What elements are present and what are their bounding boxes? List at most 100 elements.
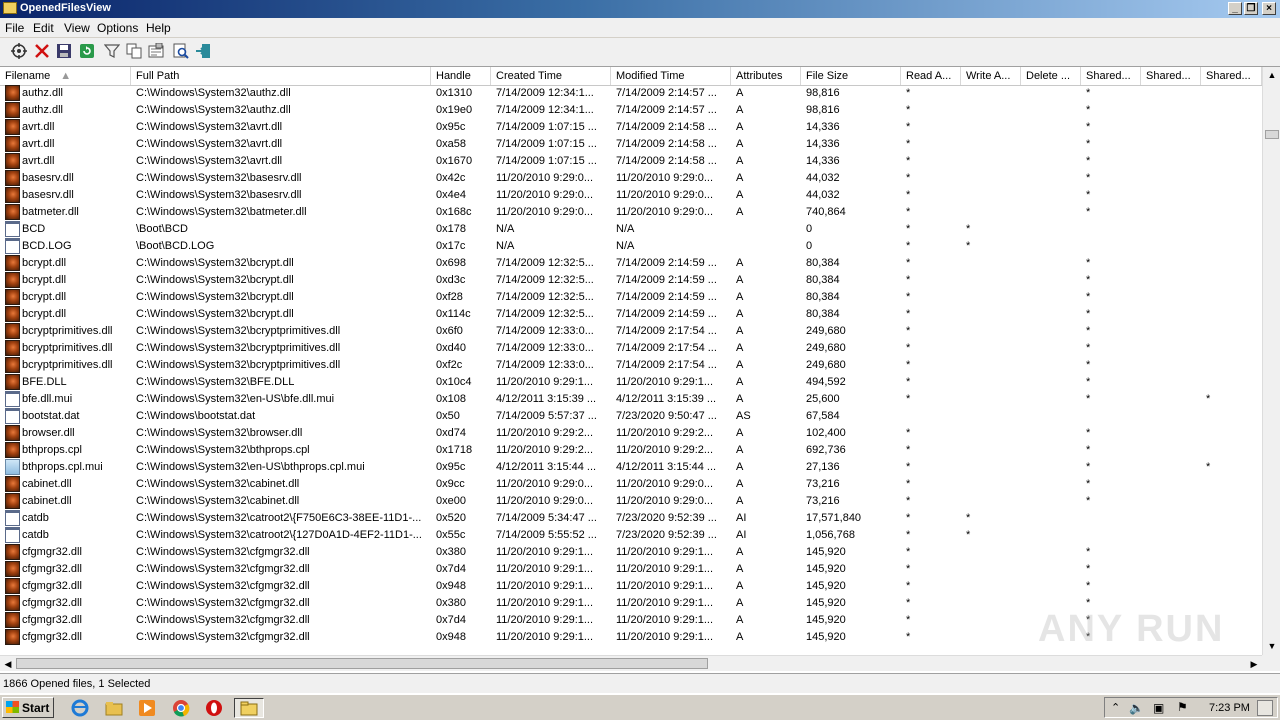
properties-icon[interactable] [10, 42, 28, 60]
cell-size: 494,592 [806, 376, 846, 388]
column-shared-delete[interactable]: Shared... [1201, 67, 1262, 85]
dll-file-icon [5, 187, 20, 203]
cell-path: C:\Windows\System32\bcrypt.dll [136, 308, 294, 320]
table-row[interactable]: bcrypt.dll C:\Windows\System32\bcrypt.dll… [0, 272, 1262, 289]
cell-handle: 0x948 [436, 580, 466, 592]
cell-attr: A [736, 631, 744, 643]
options-icon[interactable] [147, 42, 165, 60]
table-row[interactable]: cabinet.dll C:\Windows\System32\cabinet.d… [0, 493, 1262, 510]
menu-file[interactable]: File [5, 21, 24, 35]
scroll-right-icon[interactable]: ▶ [1246, 656, 1262, 672]
scroll-left-icon[interactable]: ◀ [0, 656, 16, 672]
column-handle[interactable]: Handle [431, 67, 491, 85]
vertical-scroll-thumb[interactable] [1265, 130, 1279, 139]
table-row[interactable]: avrt.dll C:\Windows\System32\avrt.dll 0x95… [0, 119, 1262, 136]
cell-read: * [906, 529, 911, 541]
media-player-icon[interactable] [136, 698, 158, 718]
table-row[interactable]: BCD \Boot\BCD 0x178 N/A N/A 0 * * [0, 221, 1262, 238]
scroll-down-icon[interactable]: ▼ [1264, 638, 1280, 655]
table-row[interactable]: bthprops.cpl C:\Windows\System32\bthprops… [0, 442, 1262, 459]
network-icon[interactable]: ▣ [1153, 701, 1164, 715]
horizontal-scrollbar[interactable]: ◀ ▶ [0, 655, 1262, 671]
save-icon[interactable] [55, 42, 73, 60]
column-shared-read[interactable]: Shared... [1081, 67, 1141, 85]
table-row[interactable]: cabinet.dll C:\Windows\System32\cabinet.d… [0, 476, 1262, 493]
column-modified-time[interactable]: Modified Time [611, 67, 731, 85]
table-row[interactable]: cfgmgr32.dll C:\Windows\System32\cfgmgr32… [0, 578, 1262, 595]
find-icon[interactable] [172, 42, 190, 60]
table-row[interactable]: browser.dll C:\Windows\System32\browser.d… [0, 425, 1262, 442]
close-handle-icon[interactable] [33, 42, 51, 60]
scroll-up-icon[interactable]: ▲ [1264, 67, 1280, 84]
cell-attr: A [736, 172, 744, 184]
clock[interactable]: 7:23 PM [1209, 702, 1250, 714]
table-row[interactable]: catdb C:\Windows\System32\catroot2\{F750E… [0, 510, 1262, 527]
close-button[interactable]: × [1262, 2, 1276, 15]
copy-icon[interactable] [125, 42, 143, 60]
table-row[interactable]: batmeter.dll C:\Windows\System32\batmeter… [0, 204, 1262, 221]
chrome-icon[interactable] [170, 698, 192, 718]
column-file-size[interactable]: File Size [801, 67, 901, 85]
cell-created: 11/20/2010 9:29:1... [496, 631, 594, 643]
column-created-time[interactable]: Created Time [491, 67, 611, 85]
column-filename[interactable]: Filename ▲ [0, 67, 131, 85]
cell-attr: A [736, 104, 744, 116]
table-row[interactable]: avrt.dll C:\Windows\System32\avrt.dll 0x16… [0, 153, 1262, 170]
vertical-scrollbar[interactable]: ▲ ▼ [1262, 67, 1280, 655]
column-shared-write[interactable]: Shared... [1141, 67, 1201, 85]
table-row[interactable]: bthprops.cpl.mui C:\Windows\System32\en-U… [0, 459, 1262, 476]
cell-s1: * [1086, 121, 1091, 133]
table-row[interactable]: basesrv.dll C:\Windows\System32\basesrv.d… [0, 170, 1262, 187]
column-delete-access[interactable]: Delete ... [1021, 67, 1081, 85]
column-full-path[interactable]: Full Path [131, 67, 431, 85]
file-icon [5, 527, 20, 543]
table-row[interactable]: catdb C:\Windows\System32\catroot2\{127D0… [0, 527, 1262, 544]
table-row[interactable]: bcryptprimitives.dll C:\Windows\System32\… [0, 323, 1262, 340]
table-row[interactable]: authz.dll C:\Windows\System32\authz.dll 0x… [0, 85, 1262, 102]
cell-read: * [906, 614, 911, 626]
start-button[interactable]: Start [2, 697, 54, 718]
column-read-access[interactable]: Read A... [901, 67, 961, 85]
column-attributes[interactable]: Attributes [731, 67, 801, 85]
table-row[interactable]: avrt.dll C:\Windows\System32\avrt.dll 0xa5… [0, 136, 1262, 153]
ie-icon[interactable] [69, 698, 91, 718]
table-row[interactable]: bootstat.dat C:\Windows\bootstat.dat 0x50 7… [0, 408, 1262, 425]
table-row[interactable]: bcrypt.dll C:\Windows\System32\bcrypt.dll… [0, 306, 1262, 323]
column-write-access[interactable]: Write A... [961, 67, 1021, 85]
table-row[interactable]: BFE.DLL C:\Windows\System32\BFE.DLL 0x10c4… [0, 374, 1262, 391]
action-center-flag-icon[interactable]: ⚑ [1177, 700, 1188, 714]
menu-edit[interactable]: Edit [33, 21, 54, 35]
table-row[interactable]: bcrypt.dll C:\Windows\System32\bcrypt.dll… [0, 289, 1262, 306]
table-row[interactable]: bfe.dll.mui C:\Windows\System32\en-US\bfe… [0, 391, 1262, 408]
table-row[interactable]: cfgmgr32.dll C:\Windows\System32\cfgmgr32… [0, 544, 1262, 561]
cell-filename: BCD [22, 223, 46, 235]
menu-options[interactable]: Options [97, 21, 138, 35]
table-row[interactable]: bcryptprimitives.dll C:\Windows\System32\… [0, 357, 1262, 374]
cell-s1: * [1086, 104, 1091, 116]
filter-icon[interactable] [103, 42, 121, 60]
opera-icon[interactable] [203, 698, 225, 718]
table-row[interactable]: bcryptprimitives.dll C:\Windows\System32\… [0, 340, 1262, 357]
table-row[interactable]: authz.dll C:\Windows\System32\authz.dll 0x… [0, 102, 1262, 119]
openedfilesview-taskbar-button[interactable] [234, 698, 264, 718]
cell-s1: * [1086, 342, 1091, 354]
volume-icon[interactable]: 🔈 [1129, 701, 1144, 715]
table-row[interactable]: cfgmgr32.dll C:\Windows\System32\cfgmgr32… [0, 561, 1262, 578]
table-row[interactable]: BCD.LOG \Boot\BCD.LOG 0x17c N/A N/A 0 * * [0, 238, 1262, 255]
menu-view[interactable]: View [64, 21, 90, 35]
explorer-icon[interactable] [103, 698, 125, 718]
show-desktop-button[interactable] [1257, 700, 1273, 716]
table-row[interactable]: basesrv.dll C:\Windows\System32\basesrv.d… [0, 187, 1262, 204]
cell-size: 145,920 [806, 597, 846, 609]
tray-expand-icon[interactable]: ⌃ [1111, 701, 1120, 714]
horizontal-scroll-thumb[interactable] [16, 658, 708, 669]
minimize-button[interactable]: _ [1228, 2, 1242, 15]
refresh-icon[interactable] [78, 42, 96, 60]
cell-attr: A [736, 495, 744, 507]
cell-handle: 0x380 [436, 546, 466, 558]
table-row[interactable]: bcrypt.dll C:\Windows\System32\bcrypt.dll… [0, 255, 1262, 272]
cell-filename: bcrypt.dll [22, 257, 67, 269]
exit-icon[interactable] [194, 42, 212, 60]
menu-help[interactable]: Help [146, 21, 171, 35]
restore-button[interactable]: ❐ [1244, 2, 1258, 15]
